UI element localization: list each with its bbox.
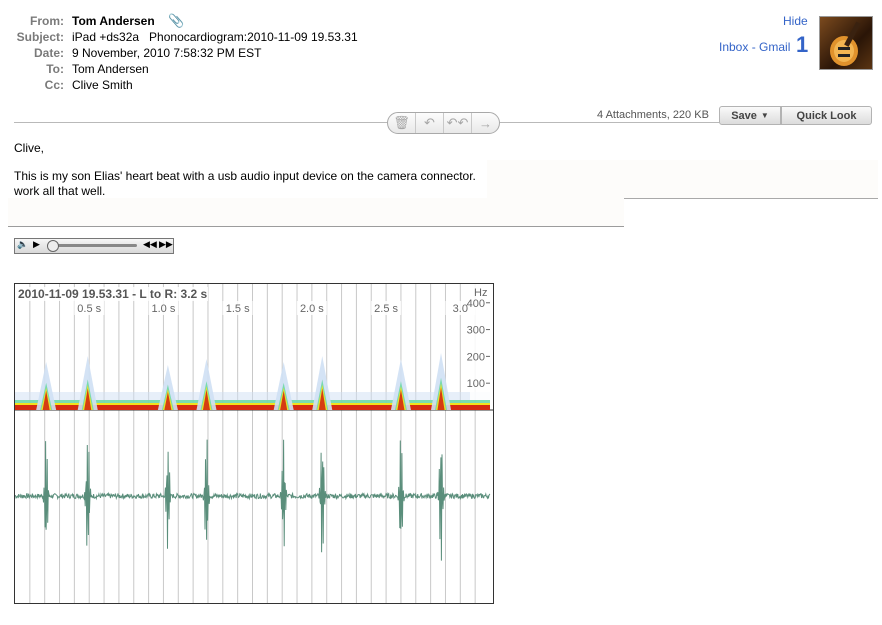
fast-forward-icon[interactable]: ▶▶ xyxy=(159,239,173,250)
from-label: From: xyxy=(30,14,64,28)
x-tick-label: 1.0 s xyxy=(152,303,176,315)
seek-thumb[interactable] xyxy=(47,240,59,252)
y-tick-label: 400 xyxy=(467,298,485,310)
chart-title: 2010-11-09 19.53.31 - L to R: 3.2 s xyxy=(17,287,209,301)
save-label: Save xyxy=(731,109,757,122)
forward-button[interactable]: → xyxy=(472,113,499,133)
cc-value[interactable]: Clive Smith xyxy=(72,77,133,93)
x-tick-label: 1.5 s xyxy=(226,303,250,315)
seek-track[interactable] xyxy=(47,244,137,247)
overlay-panel xyxy=(487,160,878,199)
avatar xyxy=(819,16,873,70)
phonocardiogram-chart: 0.5 s 1.0 s 1.5 s 2.0 s 2.5 s 3.0 Hz 400 300 200 1… xyxy=(14,283,494,604)
date-label: Date: xyxy=(33,46,64,60)
play-icon[interactable]: ▶ xyxy=(33,239,40,250)
y-tick-label: 300 xyxy=(467,325,485,337)
subject-label: Subject: xyxy=(16,30,64,44)
greeting-text: Clive, xyxy=(14,141,45,155)
subject-value: iPad +ds32a Phonocardiogram:2010-11-09 1… xyxy=(72,30,358,44)
x-tick-label: 2.0 s xyxy=(300,303,324,315)
chart-svg: 0.5 s 1.0 s 1.5 s 2.0 s 2.5 s 3.0Hz4003002001… xyxy=(15,284,493,603)
audio-player: 🔈 ▶ ◀◀ ▶▶ xyxy=(14,238,174,254)
inbox-count: 1 xyxy=(796,32,809,57)
delete-button[interactable]: 🗑 xyxy=(388,113,416,133)
chevron-down-icon: ▼ xyxy=(760,111,769,120)
body-line-1: This is my son Elias' heart beat with a … xyxy=(14,169,476,183)
reply-all-button[interactable]: ↶↶ xyxy=(444,113,472,133)
from-value[interactable]: Tom Andersen xyxy=(72,13,155,29)
inbox-link[interactable]: Inbox - Gmail xyxy=(719,40,790,54)
paperclip-icon: 📎 xyxy=(168,13,185,28)
save-button[interactable]: Save ▼ xyxy=(719,106,781,125)
to-label: To: xyxy=(46,62,64,76)
quick-look-label: Quick Look xyxy=(796,109,857,122)
body-separator xyxy=(8,226,624,227)
attachment-summary: 4 Attachments, 220 KB xyxy=(597,109,709,121)
quick-look-button[interactable]: Quick Look xyxy=(781,106,872,125)
hide-link[interactable]: Hide xyxy=(783,14,808,28)
y-tick-label: 100 xyxy=(467,378,485,390)
y-tick-label: 200 xyxy=(467,351,485,363)
cc-label: Cc: xyxy=(44,78,64,92)
reply-all-icon: ↶↶ xyxy=(446,115,469,130)
x-tick-label: 2.5 s xyxy=(374,303,398,315)
volume-icon[interactable]: 🔈 xyxy=(17,239,28,250)
reply-icon: ↶ xyxy=(424,115,435,130)
reply-button[interactable]: ↶ xyxy=(416,113,444,133)
forward-icon: → xyxy=(479,115,492,131)
to-value[interactable]: Tom Andersen xyxy=(72,61,149,77)
message-toolbar: 🗑 ↶ ↶↶ → xyxy=(387,112,500,134)
rewind-icon[interactable]: ◀◀ xyxy=(143,239,157,250)
body-separator-shadow xyxy=(8,198,624,226)
x-tick-label: 0.5 s xyxy=(77,303,101,315)
date-value: 9 November, 2010 7:58:32 PM EST xyxy=(72,46,262,60)
body-line-2: work all that well. xyxy=(14,184,106,198)
trash-icon: 🗑 xyxy=(393,115,410,130)
guitar-image xyxy=(830,21,861,66)
